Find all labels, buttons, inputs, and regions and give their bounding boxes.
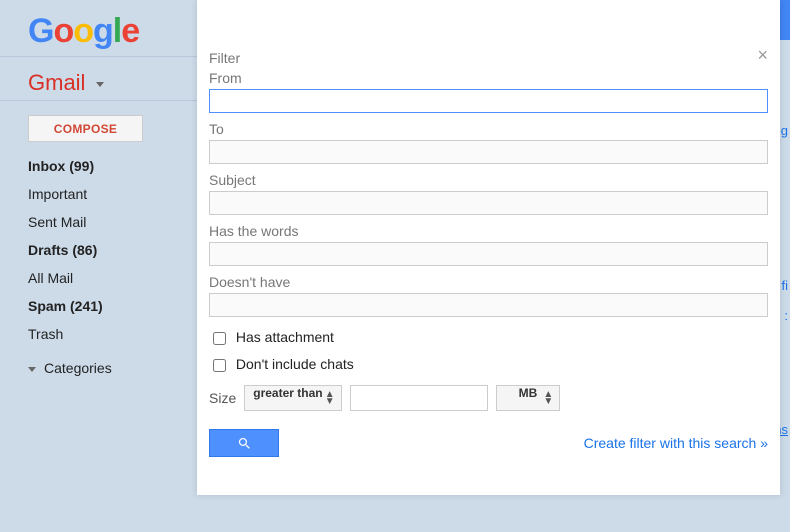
has-attachment-checkbox[interactable] — [213, 332, 226, 345]
doesnt-have-label: Doesn't have — [209, 274, 768, 290]
size-value-input[interactable] — [350, 385, 488, 411]
sidebar-nav: Inbox (99) Important Sent Mail Drafts (8… — [28, 152, 188, 382]
dont-include-chats-checkbox[interactable] — [213, 359, 226, 372]
sidebar-item-trash[interactable]: Trash — [28, 320, 188, 348]
from-input[interactable] — [209, 89, 768, 113]
sidebar-item-drafts[interactable]: Drafts (86) — [28, 236, 188, 264]
sidebar-item-inbox[interactable]: Inbox (99) — [28, 152, 188, 180]
create-filter-link[interactable]: Create filter with this search » — [584, 435, 768, 451]
sidebar-item-spam[interactable]: Spam (241) — [28, 292, 188, 320]
has-attachment-row: Has attachment — [209, 329, 768, 348]
google-logo: Google — [28, 12, 139, 51]
sidebar-item-sent[interactable]: Sent Mail — [28, 208, 188, 236]
search-icon — [237, 436, 252, 451]
from-label: From — [209, 70, 768, 86]
sidebar-item-important[interactable]: Important — [28, 180, 188, 208]
size-unit-select[interactable]: MB ▲▼ — [496, 385, 561, 411]
bg-text: g — [781, 123, 788, 138]
close-icon[interactable]: × — [757, 46, 768, 64]
search-button-bg[interactable] — [780, 0, 790, 40]
stepper-icon: ▲▼ — [543, 391, 553, 405]
panel-top — [197, 0, 780, 40]
sidebar-item-allmail[interactable]: All Mail — [28, 264, 188, 292]
search-button[interactable] — [209, 429, 279, 457]
size-label: Size — [209, 390, 236, 406]
divider — [0, 100, 197, 101]
bg-text: : — [784, 308, 788, 323]
gmail-brand-dropdown[interactable]: Gmail — [28, 70, 104, 96]
compose-button[interactable]: COMPOSE — [28, 115, 143, 142]
has-words-input[interactable] — [209, 242, 768, 266]
gmail-brand-label: Gmail — [28, 70, 85, 95]
dont-include-chats-label: Don't include chats — [236, 356, 354, 372]
caret-down-icon — [96, 82, 104, 87]
stepper-icon: ▲▼ — [325, 391, 335, 405]
sidebar-item-categories[interactable]: Categories — [44, 354, 188, 382]
has-attachment-label: Has attachment — [236, 329, 334, 345]
panel-footer: Create filter with this search » — [209, 429, 768, 457]
has-words-label: Has the words — [209, 223, 768, 239]
size-operator-select[interactable]: greater than ▲▼ — [244, 385, 341, 411]
doesnt-have-input[interactable] — [209, 293, 768, 317]
subject-input[interactable] — [209, 191, 768, 215]
bg-text: fi — [782, 278, 789, 293]
divider — [0, 56, 197, 57]
filter-panel: × Filter From To Subject Has the words D… — [197, 0, 780, 495]
dont-include-chats-row: Don't include chats — [209, 356, 768, 375]
size-row: Size greater than ▲▼ MB ▲▼ — [209, 385, 768, 411]
filter-title: Filter — [209, 50, 768, 66]
subject-label: Subject — [209, 172, 768, 188]
to-input[interactable] — [209, 140, 768, 164]
to-label: To — [209, 121, 768, 137]
